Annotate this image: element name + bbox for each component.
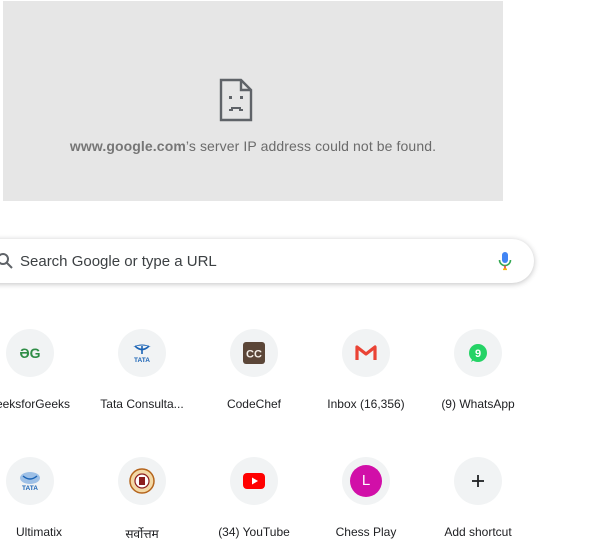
shortcut-label: Chess Play	[335, 525, 397, 539]
error-panel: www.google.com’s server IP address could…	[3, 1, 503, 201]
svg-text:ƏG: ƏG	[19, 345, 40, 361]
tata-icon: TATA	[20, 472, 40, 492]
shortcut-icon-circle	[118, 457, 166, 505]
codechef-icon: CC	[243, 342, 265, 364]
search-input[interactable]	[20, 249, 460, 273]
shortcut-label: Tata Consulta...	[100, 397, 184, 411]
error-detail: ’s server IP address could not be found.	[185, 138, 437, 154]
shortcut-inbox[interactable]: Inbox (16,356)	[310, 329, 422, 425]
svg-text:TATA: TATA	[134, 357, 150, 364]
error-host: www.google.com	[69, 138, 186, 154]
shortcut-geeksforgeeks[interactable]: ƏG eeksforGeeks	[0, 329, 86, 425]
tata-icon: TATA	[133, 344, 151, 364]
shortcut-icon-circle: TATA	[6, 457, 54, 505]
shortcut-icon-circle	[454, 457, 502, 505]
shortcut-label: Add shortcut	[444, 525, 512, 539]
shortcut-tata-consultancy[interactable]: TATA Tata Consulta...	[86, 329, 198, 425]
shortcut-chess[interactable]: L Chess Play	[310, 457, 422, 553]
shortcut-icon-circle: TATA	[118, 329, 166, 377]
shortcut-icon-circle: L	[342, 457, 390, 505]
avatar-letter: L	[361, 472, 371, 489]
shortcut-icon-circle: 9	[454, 329, 502, 377]
avatar-l-icon: L	[350, 465, 382, 497]
search-box[interactable]	[0, 239, 534, 283]
whatsapp-icon: 9	[469, 344, 487, 362]
geeksforgeeks-icon: ƏG	[19, 345, 40, 361]
shortcut-codechef[interactable]: CC CodeChef	[198, 329, 310, 425]
svg-text:CC: CC	[246, 349, 262, 361]
shortcut-label: सर्वोत्तम	[125, 527, 159, 541]
svg-text:9: 9	[475, 348, 481, 360]
shortcut-label: eeksforGeeks	[0, 397, 70, 411]
shortcut-label: Ultimatix	[15, 525, 62, 539]
error-message: www.google.com’s server IP address could…	[3, 138, 503, 154]
shortcut-youtube[interactable]: (34) YouTube	[198, 457, 310, 553]
shortcut-label: (9) WhatsApp	[441, 397, 515, 411]
emblem-icon	[129, 468, 155, 494]
plus-icon	[472, 475, 484, 487]
shortcut-icon-circle: ƏG	[6, 329, 54, 377]
shortcut-icon-circle	[342, 329, 390, 377]
search-icon	[0, 253, 13, 269]
youtube-icon	[243, 473, 265, 489]
add-shortcut-button[interactable]: Add shortcut	[422, 457, 534, 553]
gmail-icon	[355, 345, 377, 360]
microphone-icon[interactable]	[498, 251, 512, 271]
shortcut-whatsapp[interactable]: 9 (9) WhatsApp	[422, 329, 534, 425]
shortcut-icon-circle	[230, 457, 278, 505]
shortcut-emblem[interactable]: सर्वोत्तम	[86, 457, 198, 553]
shortcut-label: CodeChef	[226, 397, 282, 411]
shortcut-ultimatix[interactable]: TATA Ultimatix	[0, 457, 86, 553]
shortcut-icon-circle: CC	[230, 329, 278, 377]
shortcut-label: Inbox (16,356)	[327, 397, 405, 411]
svg-text:TATA: TATA	[22, 485, 38, 492]
shortcut-label: (34) YouTube	[218, 525, 290, 539]
sad-document-icon	[219, 78, 253, 122]
